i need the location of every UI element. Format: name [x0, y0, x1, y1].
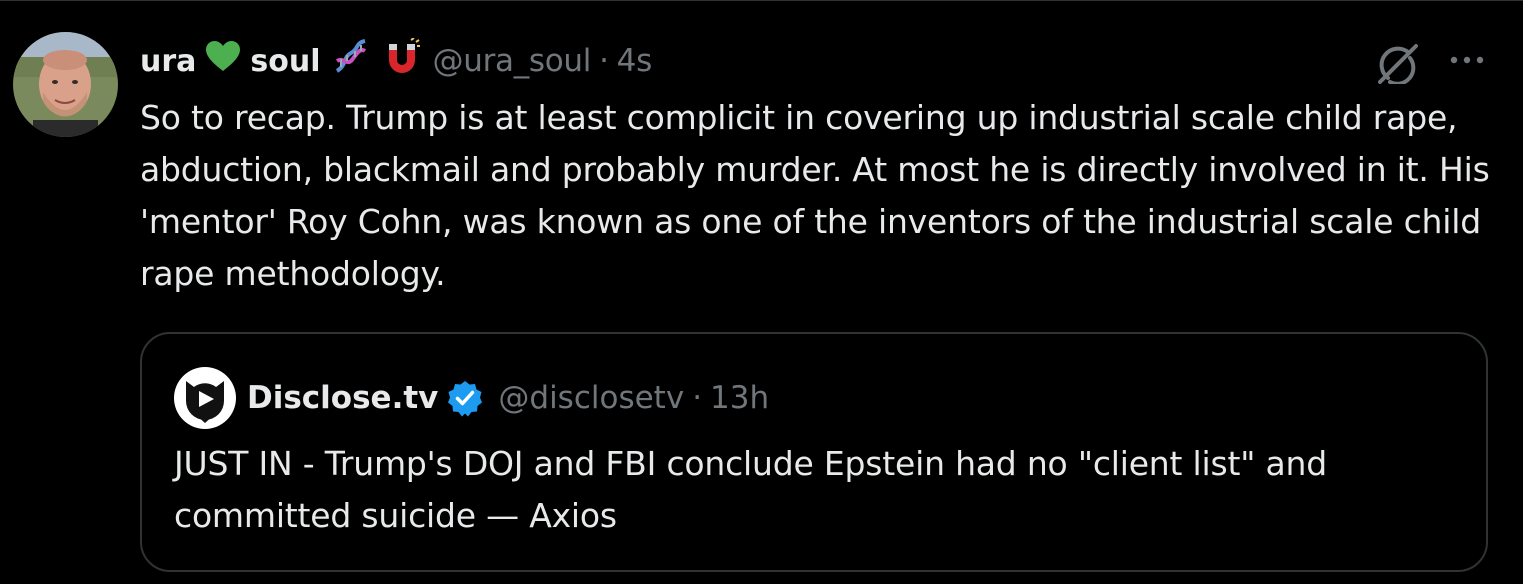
author-name-first: ura [140, 43, 197, 79]
author-name-second: soul [250, 43, 321, 79]
quote-author-avatar[interactable] [174, 367, 236, 429]
dna-icon [333, 39, 369, 83]
magnet-icon [383, 37, 421, 84]
quote-timestamp[interactable]: 13h [710, 380, 769, 416]
quote-author-handle[interactable]: @disclosetv [498, 380, 684, 416]
disclose-logo-icon [174, 367, 236, 429]
grok-icon[interactable] [1374, 42, 1420, 86]
more-options-icon[interactable] [1446, 52, 1490, 68]
author-avatar[interactable] [13, 32, 118, 137]
quote-author-name[interactable]: Disclose.tv [247, 380, 438, 416]
tweet-timestamp[interactable]: 4s [617, 43, 653, 79]
meta-separator: · [599, 43, 609, 79]
quote-meta-separator: · [692, 380, 703, 416]
quote-text: JUST IN - Trump's DOJ and FBI conclude E… [174, 444, 1327, 535]
quote-meta: @disclosetv · 13h [498, 380, 769, 416]
author-name[interactable]: ura soul [140, 37, 421, 84]
tweet-header: ura soul @ura_soul · 4s [140, 37, 653, 84]
quote-tweet-card[interactable]: Disclose.tv @disclosetv · 13h JUST IN - Tr… [140, 332, 1488, 572]
author-handle[interactable]: @ura_soul [433, 43, 592, 79]
top-divider [0, 0, 1523, 1]
avatar-image [13, 32, 118, 137]
tweet-meta: @ura_soul · 4s [433, 43, 653, 79]
verified-badge-icon [446, 379, 484, 417]
tweet-text: So to recap. Trump is at least complicit… [140, 98, 1490, 293]
green-heart-icon [206, 41, 241, 81]
quote-header: Disclose.tv @disclosetv · 13h [247, 376, 769, 420]
